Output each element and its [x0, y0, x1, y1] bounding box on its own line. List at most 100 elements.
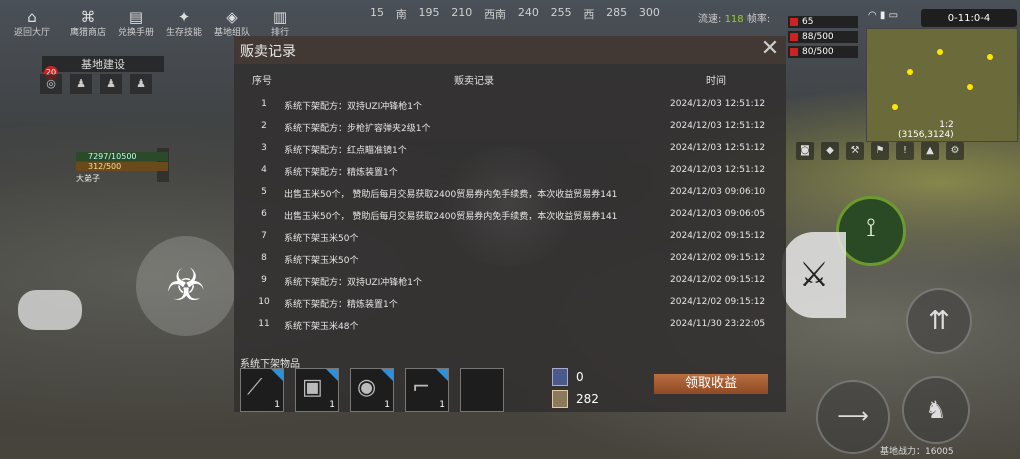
whistle-icon[interactable] — [18, 290, 82, 330]
row-time: 2024/12/03 12:51:12 — [670, 121, 766, 131]
row-number: 8 — [261, 253, 267, 263]
nav-home-button[interactable]: ⌂ 返回大厅 — [0, 0, 64, 38]
compass-tick: 285 — [606, 6, 628, 19]
row-number: 10 — [258, 297, 270, 307]
compass-tick: 西 — [583, 8, 595, 21]
scope-icon: ◉ — [357, 375, 377, 400]
compass-tick: 300 — [638, 6, 660, 19]
status-readout: 流速: 118 帧率: — [698, 10, 770, 25]
nav-handbook-button[interactable]: ▤ 兑换手册 — [112, 0, 160, 38]
row-time: 2024/12/02 09:15:12 — [670, 275, 766, 285]
warning-icon[interactable]: ▲ — [921, 142, 939, 160]
compass-tick: 255 — [550, 6, 572, 19]
sales-record-dialog: 贩卖记录 ✕ 序号 贩卖记录 时间 1 系统下架配方：双持UZI冲锋枪1个 2024… — [234, 36, 786, 412]
row-time: 2024/12/03 09:06:05 — [670, 209, 766, 219]
minimap-coordinates: 1:2 (3156,3124) — [898, 120, 954, 140]
row-record: 系统下架配方：红点瞄准镜1个 — [284, 146, 407, 156]
row-number: 11 — [258, 319, 270, 329]
row-time: 2024/12/02 09:15:12 — [670, 297, 766, 307]
pet-icon[interactable]: ◆ — [821, 142, 839, 160]
row-time: 2024/12/02 09:15:12 — [670, 253, 766, 263]
handbook-icon: ▤ — [128, 8, 144, 26]
table-row: 5 出售玉米50个， 赞助后每月交易获取2400贸易券内免手续费，本次收益贸易券1… — [234, 182, 786, 204]
quick-icons: ◙ ◆ ⚒ ⚑ ! ▲ ⚙ — [796, 142, 964, 160]
rarity-tag — [436, 369, 448, 381]
uzi-icon: ⌐ — [412, 375, 431, 400]
minimap-marker — [967, 84, 973, 90]
row-record: 系统下架配方：精炼装置1个 — [284, 300, 398, 310]
fps-label: 帧率: — [746, 14, 771, 25]
row-record: 出售玉米50个， 赞助后每月交易获取2400贸易券内免手续费，本次收益贸易券14… — [284, 212, 618, 222]
nav-label: 生存技能 — [165, 28, 202, 38]
wrench-icon[interactable]: ⚒ — [846, 142, 864, 160]
header-no: 序号 — [252, 76, 272, 87]
row-number: 1 — [261, 99, 267, 109]
table-row: 7 系统下架玉米50个 2024/12/02 09:15:12 — [234, 226, 786, 248]
ticket-balance: 0 — [552, 368, 584, 386]
row-record: 系统下架玉米48个 — [284, 322, 359, 332]
close-icon[interactable]: ✕ — [758, 37, 782, 61]
base-build-title[interactable]: 基地建设 — [42, 56, 164, 72]
nav-team-button[interactable]: ◈ 基地组队 — [208, 0, 256, 38]
nav-shop-button[interactable]: ⌘ 鹰猎商店 — [64, 0, 112, 38]
camera-icon[interactable]: ◎ — [40, 74, 62, 94]
nav-label: 返回大厅 — [13, 28, 50, 38]
compass-tick: 西南 — [484, 8, 507, 21]
table-row: 4 系统下架配方：精炼装置1个 2024/12/03 12:51:12 — [234, 160, 786, 182]
melee-attack-button[interactable]: ⚔ — [782, 232, 846, 318]
minimap-marker — [892, 104, 898, 110]
camera-icon[interactable]: ◙ — [796, 142, 814, 160]
hp-bar: 80/500 — [788, 46, 858, 58]
nav-skill-button[interactable]: ✦ 生存技能 — [160, 0, 208, 38]
crouch-button[interactable]: ♞ — [902, 376, 970, 444]
item-slot[interactable]: ◉ 1 — [350, 368, 394, 412]
system-icons: ◠ ▮ ▭ — [868, 10, 898, 21]
top-nav: ⌂ 返回大厅 ⌘ 鹰猎商店 ▤ 兑换手册 ✦ 生存技能 ◈ 基地组队 ▥ 排行 — [0, 0, 304, 38]
settings-icon[interactable]: ⚙ — [946, 142, 964, 160]
item-slot[interactable] — [460, 368, 504, 412]
row-number: 5 — [261, 187, 267, 197]
row-record: 出售玉米50个， 赞助后每月交易获取2400贸易券内免手续费，本次收益贸易券14… — [284, 190, 618, 200]
record-list[interactable]: 1 系统下架配方：双持UZI冲锋枪1个 2024/12/03 12:51:12 2 系统… — [234, 94, 786, 346]
table-row: 10 系统下架配方：精炼装置1个 2024/12/02 09:15:12 — [234, 292, 786, 314]
prone-button[interactable]: ⟶ — [816, 380, 890, 454]
table-header: 序号 贩卖记录 时间 — [234, 68, 786, 88]
machete-icon: ⟋ — [247, 375, 263, 400]
nav-rank-button[interactable]: ▥ 排行 — [256, 0, 304, 38]
flag-icon[interactable]: ⚑ — [871, 142, 889, 160]
compass-tick: 195 — [418, 6, 440, 19]
coin-balance: 282 — [552, 390, 599, 408]
home-icon: ⌂ — [27, 8, 37, 26]
biohazard-action-button[interactable]: ☣ — [136, 236, 236, 336]
row-time: 2024/12/03 12:51:12 — [670, 99, 766, 109]
compass-tick: 240 — [517, 6, 539, 19]
row-record: 系统下架配方：步枪扩容弹夹2级1个 — [284, 124, 431, 134]
row-number: 9 — [261, 275, 267, 285]
base-power: 基地战力：16005 — [880, 447, 954, 457]
table-row: 11 系统下架玉米48个 2024/11/30 23:22:05 — [234, 314, 786, 336]
delisted-items: ⟋ 1 ▣ 1 ◉ 1 ⌐ 1 — [240, 368, 504, 412]
item-slot[interactable]: ⟋ 1 — [240, 368, 284, 412]
person-icon[interactable]: ♟ — [130, 74, 152, 94]
person-icon[interactable]: ♟ — [70, 74, 92, 94]
row-time: 2024/12/02 09:15:12 — [670, 231, 766, 241]
furnace-icon: ▣ — [302, 375, 323, 400]
speed-label: 流速: — [698, 14, 722, 25]
person-icon[interactable]: ♟ — [100, 74, 122, 94]
compass-tick: 210 — [451, 6, 473, 19]
ticket-icon — [552, 368, 568, 386]
table-row: 8 系统下架玉米50个 2024/12/02 09:15:12 — [234, 248, 786, 270]
jump-button[interactable]: ⇈ — [906, 288, 972, 354]
item-quantity: 1 — [439, 400, 445, 410]
player-status: 7297/10500 312/500 大弟子 — [76, 152, 168, 184]
alert-icon[interactable]: ! — [896, 142, 914, 160]
item-slot[interactable]: ▣ 1 — [295, 368, 339, 412]
battery-icon: ▭ — [888, 10, 899, 21]
crouch-pose-button[interactable]: ⟟ — [836, 196, 906, 266]
hp-bar: 88/500 — [788, 31, 858, 43]
item-slot[interactable]: ⌐ 1 — [405, 368, 449, 412]
player-stamina: 312/500 — [76, 162, 168, 171]
row-record: 系统下架配方：精炼装置1个 — [284, 168, 398, 178]
compass-bar: 15 南 195 210 西南 240 255 西 285 300 — [370, 6, 660, 22]
claim-earnings-button[interactable]: 领取收益 — [654, 374, 768, 394]
